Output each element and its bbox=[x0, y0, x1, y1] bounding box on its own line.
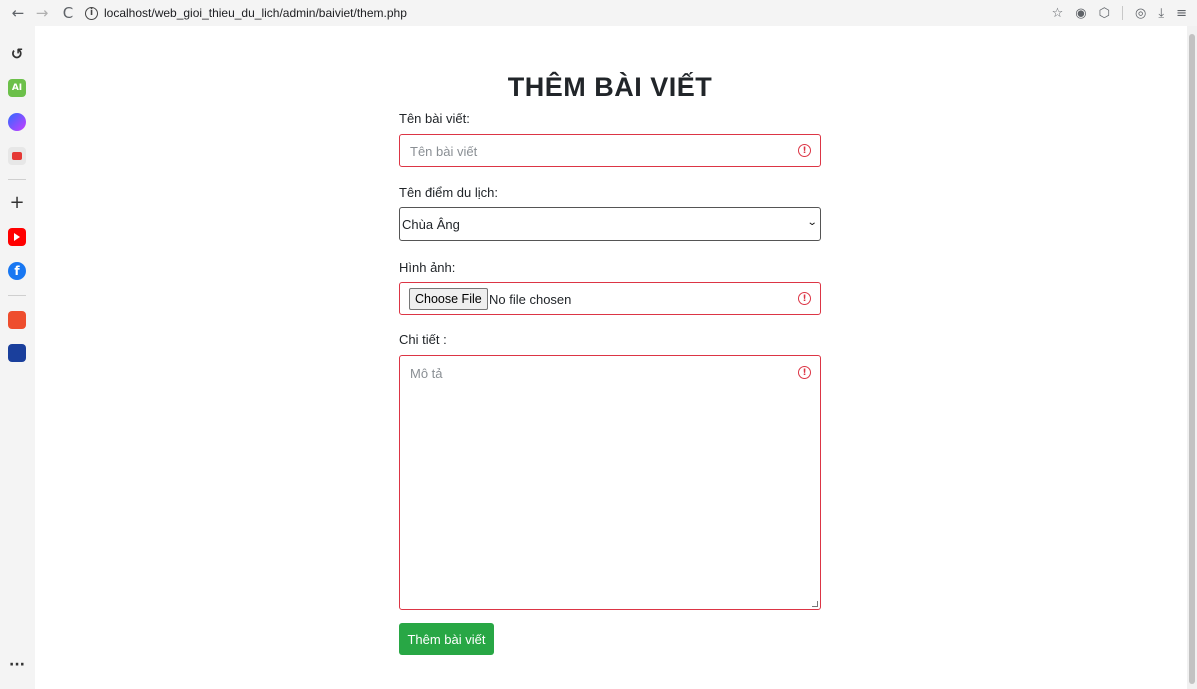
app-icon[interactable] bbox=[8, 344, 26, 362]
youtube-icon[interactable] bbox=[8, 228, 26, 246]
browser-sidebar: ↺ AI + f ··· bbox=[0, 26, 35, 689]
forward-icon[interactable]: → bbox=[31, 2, 53, 24]
page-title: THÊM BÀI VIẾT bbox=[507, 72, 713, 102]
shopping-icon[interactable] bbox=[8, 147, 26, 165]
back-icon[interactable]: ← bbox=[7, 2, 29, 24]
validation-warning-icon: ! bbox=[798, 144, 811, 157]
add-icon[interactable]: + bbox=[8, 192, 26, 213]
messenger-icon[interactable] bbox=[8, 113, 26, 131]
extensions-icon[interactable]: ⬡ bbox=[1099, 6, 1110, 21]
browser-toolbar: ← → C i localhost/web_gioi_thieu_du_lich… bbox=[0, 0, 1197, 26]
post-name-label: Tên bài viết: bbox=[399, 111, 470, 126]
download-icon[interactable]: ⤓ bbox=[1158, 6, 1164, 21]
site-info-icon[interactable]: i bbox=[85, 6, 98, 20]
no-file-text: No file chosen bbox=[489, 292, 572, 307]
address-bar[interactable]: i localhost/web_gioi_thieu_du_lich/admin… bbox=[85, 2, 407, 24]
place-label: Tên điểm du lịch: bbox=[399, 185, 498, 200]
image-file-input[interactable]: Choose File No file chosen ! bbox=[399, 282, 821, 315]
scroll-thumb[interactable] bbox=[1189, 34, 1195, 684]
place-select-value: Chùa Âng bbox=[402, 217, 460, 232]
detail-textarea[interactable]: Mô tả ! bbox=[399, 355, 821, 610]
page-scrollbar[interactable] bbox=[1187, 26, 1197, 689]
shopee-icon[interactable] bbox=[8, 311, 26, 329]
image-label: Hình ảnh: bbox=[399, 260, 456, 275]
post-name-placeholder: Tên bài viết bbox=[410, 144, 478, 159]
post-name-input[interactable]: Tên bài viết ! bbox=[399, 134, 821, 167]
shield-icon[interactable]: ◉ bbox=[1075, 6, 1086, 21]
validation-warning-icon: ! bbox=[798, 366, 811, 379]
url-text[interactable]: localhost/web_gioi_thieu_du_lich/admin/b… bbox=[104, 6, 407, 20]
profile-icon[interactable]: ◎ bbox=[1135, 6, 1146, 21]
history-icon[interactable]: ↺ bbox=[8, 45, 26, 63]
ai-app-icon[interactable]: AI bbox=[8, 79, 26, 97]
chevron-down-icon: ⌄ bbox=[806, 217, 818, 228]
reload-icon[interactable]: C bbox=[57, 2, 79, 24]
place-select[interactable]: Chùa Âng ⌄ bbox=[399, 207, 821, 241]
menu-icon[interactable]: ≡ bbox=[1176, 6, 1187, 21]
toolbar-divider bbox=[1122, 6, 1123, 20]
sidebar-divider bbox=[8, 295, 26, 296]
validation-warning-icon: ! bbox=[798, 292, 811, 305]
sidebar-divider bbox=[8, 179, 26, 180]
toolbar-actions: ☆ ◉ ⬡ ◎ ⤓ ≡ bbox=[1052, 0, 1187, 26]
add-post-button[interactable]: Thêm bài viết bbox=[399, 623, 494, 655]
choose-file-button[interactable]: Choose File bbox=[409, 288, 488, 310]
detail-label: Chi tiết : bbox=[399, 332, 447, 347]
more-icon[interactable]: ··· bbox=[8, 656, 26, 674]
resize-handle[interactable] bbox=[812, 601, 818, 607]
bookmark-star-icon[interactable]: ☆ bbox=[1052, 6, 1064, 21]
detail-placeholder: Mô tả bbox=[410, 366, 443, 381]
facebook-icon[interactable]: f bbox=[8, 262, 26, 280]
